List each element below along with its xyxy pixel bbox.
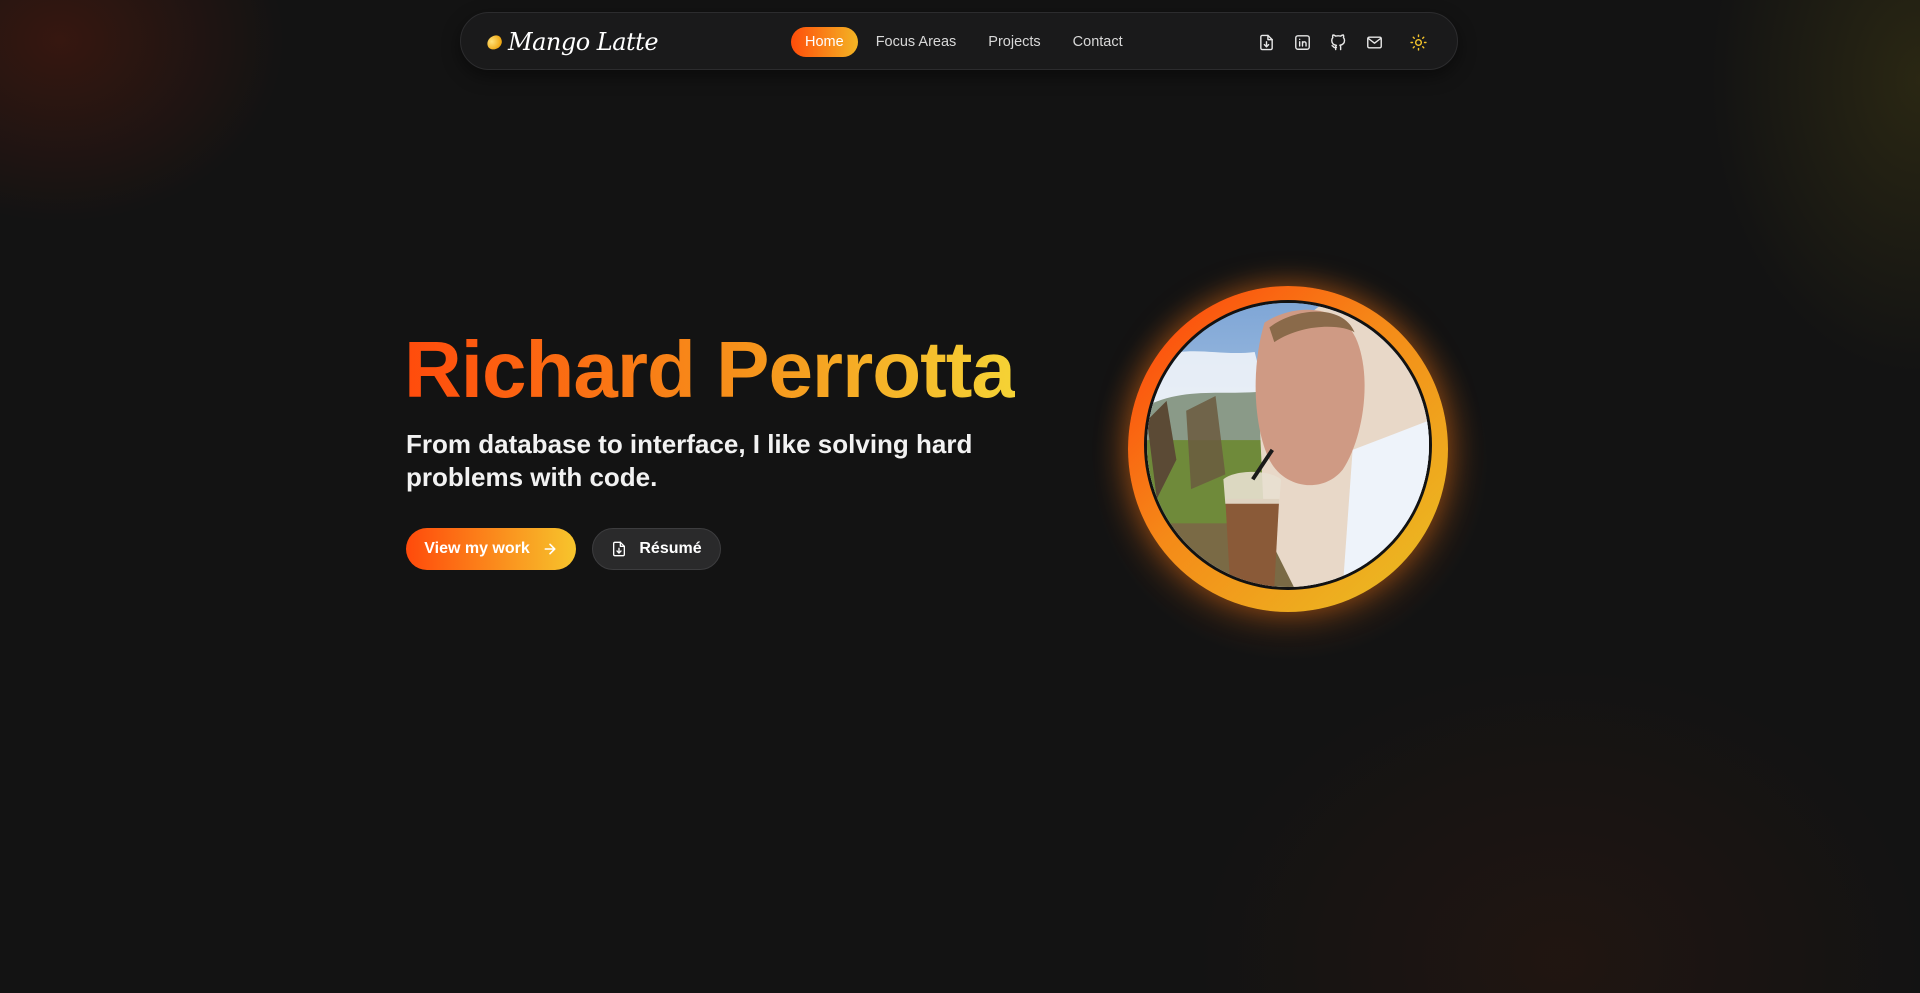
mail-icon — [1366, 35, 1382, 49]
nav-icon-group — [1245, 27, 1433, 57]
site-logo[interactable]: Mango Latte — [485, 27, 659, 57]
github-icon — [1330, 33, 1345, 50]
resume-label: Résumé — [639, 540, 702, 557]
view-my-work-label: View my work — [424, 540, 530, 557]
linkedin-icon — [1294, 34, 1310, 50]
theme-toggle-button[interactable] — [1403, 27, 1433, 57]
mango-icon — [485, 33, 504, 51]
hero-tagline: From database to interface, I like solvi… — [406, 429, 973, 492]
page: Mango Latte Home Focus Areas Projects Co… — [0, 0, 1920, 993]
nav-link-contact[interactable]: Contact — [1059, 27, 1137, 57]
resume-download-button[interactable] — [1251, 27, 1281, 57]
profile-photo — [1144, 300, 1432, 590]
linkedin-button[interactable] — [1287, 27, 1317, 57]
arrow-right-icon — [544, 543, 556, 555]
nav-links: Home Focus Areas Projects Contact — [791, 27, 1137, 57]
file-download-icon — [1259, 34, 1273, 50]
nav-link-projects[interactable]: Projects — [974, 27, 1054, 57]
sun-icon — [1409, 33, 1427, 51]
nav-link-home[interactable]: Home — [791, 27, 858, 57]
nav-link-focus-areas[interactable]: Focus Areas — [862, 27, 971, 57]
resume-button[interactable]: Résumé — [592, 528, 721, 570]
view-my-work-button[interactable]: View my work — [406, 528, 576, 570]
file-download-icon — [613, 541, 626, 557]
github-button[interactable] — [1323, 27, 1353, 57]
email-button[interactable] — [1359, 27, 1389, 57]
top-navbar: Mango Latte Home Focus Areas Projects Co… — [460, 12, 1458, 70]
logo-text: Mango Latte — [508, 28, 659, 56]
hero-name: Richard Perrotta — [404, 322, 1016, 418]
